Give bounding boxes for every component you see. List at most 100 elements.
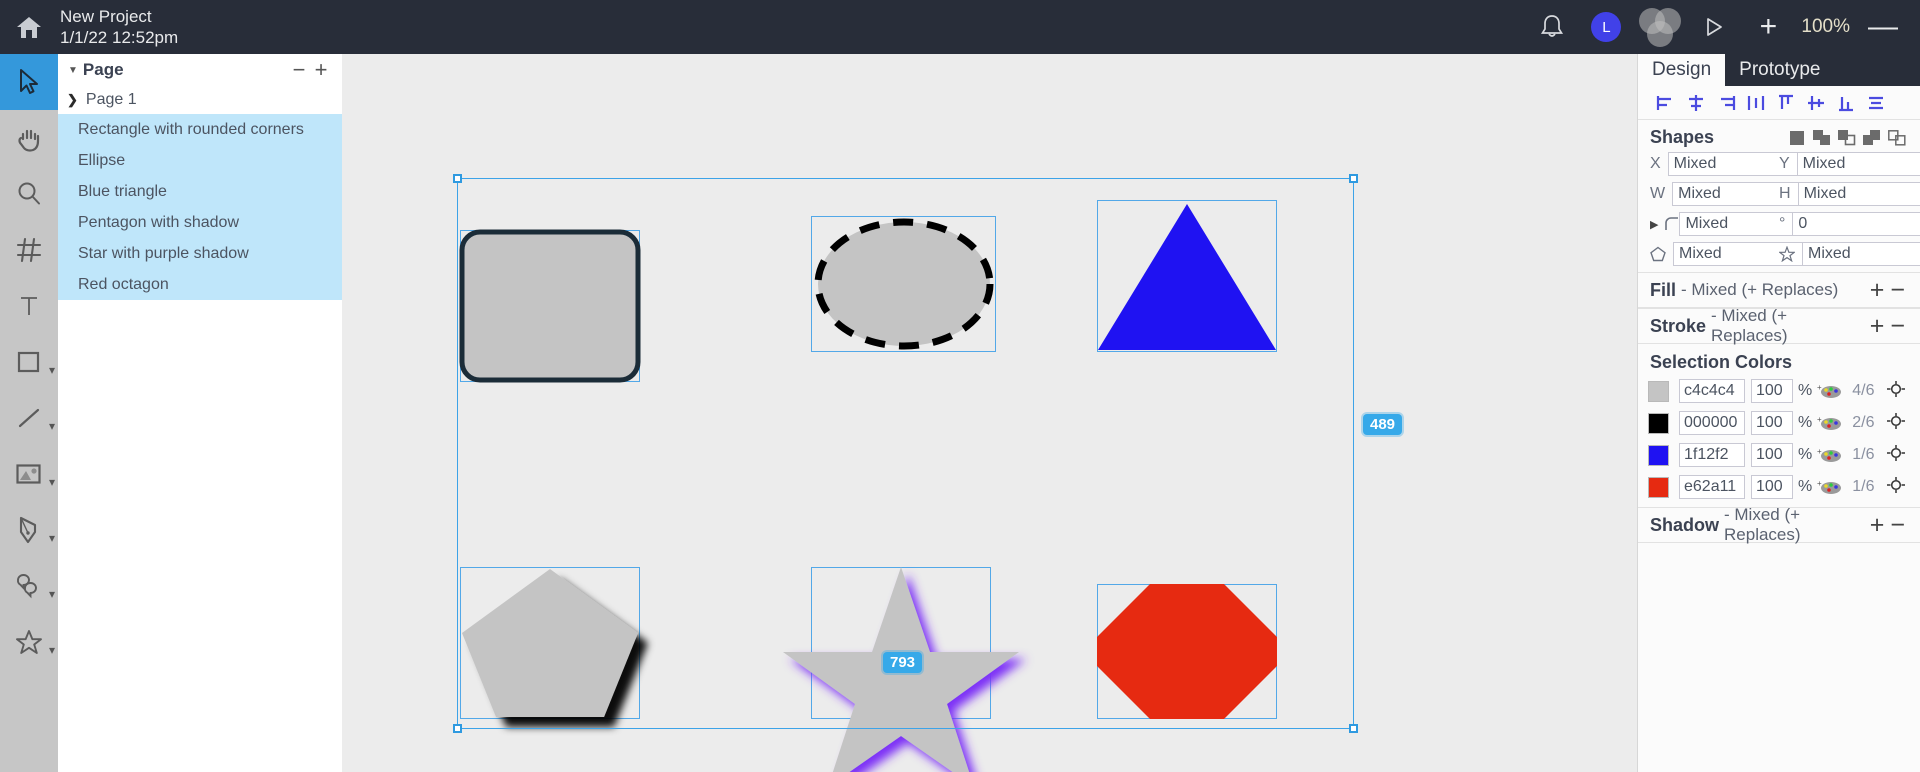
selection-colors-header: Selection Colors — [1638, 344, 1920, 377]
shadow-value: - Mixed (+ Replaces) — [1724, 505, 1801, 544]
add-shadow-button[interactable]: + — [1867, 513, 1888, 538]
distribute-horizontal-icon[interactable] — [1742, 90, 1770, 116]
hex-input[interactable] — [1679, 443, 1745, 467]
table-row[interactable]: % + 1/6 — [1638, 441, 1920, 469]
y-input[interactable] — [1796, 152, 1920, 176]
color-swatch[interactable] — [1648, 380, 1669, 402]
resize-handle-bottom-left[interactable] — [453, 724, 462, 733]
add-stroke-button[interactable]: + — [1867, 314, 1888, 339]
tab-prototype[interactable]: Prototype — [1725, 54, 1834, 86]
hex-input[interactable] — [1679, 475, 1745, 499]
tab-design[interactable]: Design — [1638, 54, 1726, 86]
zoom-tool[interactable] — [0, 166, 58, 222]
remove-shadow-button[interactable]: − — [1887, 513, 1908, 538]
svg-text:+: + — [1817, 447, 1822, 456]
rotation-label: ° — [1779, 215, 1786, 232]
list-item[interactable]: Blue triangle — [58, 176, 342, 207]
zoom-out-button[interactable]: — — [1856, 0, 1910, 54]
star-points-input[interactable] — [1802, 242, 1920, 266]
chevron-down-icon: ▾ — [48, 475, 55, 489]
project-title: New Project — [60, 7, 152, 26]
align-right-icon[interactable] — [1712, 90, 1740, 116]
distribute-vertical-icon[interactable] — [1862, 90, 1890, 116]
union-icon[interactable] — [1786, 128, 1808, 148]
line-tool[interactable]: ▾ — [0, 390, 58, 446]
table-row[interactable]: % + 4/6 — [1638, 377, 1920, 405]
expand-radius-arrow-icon[interactable]: ▶ — [1650, 218, 1665, 231]
palette-icon[interactable]: + — [1817, 414, 1843, 432]
align-middle-vertical-icon[interactable] — [1802, 90, 1830, 116]
preview-play-button[interactable] — [1687, 0, 1741, 54]
list-item[interactable]: Star with purple shadow — [58, 238, 342, 269]
table-row[interactable]: % + 1/6 — [1638, 473, 1920, 501]
rotation-input[interactable] — [1792, 212, 1920, 236]
percent-label: % — [1798, 446, 1813, 463]
shape-tool[interactable]: ▾ — [0, 614, 58, 670]
add-fill-button[interactable]: + — [1867, 278, 1888, 303]
canvas-area[interactable]: 489 793 — [342, 54, 1637, 772]
align-bottom-icon[interactable] — [1832, 90, 1860, 116]
list-item[interactable]: Red octagon — [58, 269, 342, 300]
palette-icon[interactable]: + — [1817, 382, 1843, 400]
triangle-right-icon[interactable]: ❯ — [67, 92, 78, 108]
intersect-icon[interactable] — [1836, 128, 1858, 148]
add-page-button[interactable]: + — [310, 59, 332, 81]
alignment-toolbar — [1638, 86, 1920, 120]
rectangle-tool[interactable]: ▾ — [0, 334, 58, 390]
remove-stroke-button[interactable]: − — [1887, 314, 1908, 339]
text-tool[interactable] — [0, 278, 58, 334]
h-input[interactable] — [1797, 182, 1920, 206]
select-by-color-icon[interactable] — [1886, 444, 1906, 467]
collaborators-button[interactable] — [1633, 0, 1687, 54]
layer-list: Rectangle with rounded corners Ellipse B… — [58, 114, 342, 300]
usage-ratio: 1/6 — [1852, 446, 1875, 463]
w-label: W — [1650, 185, 1666, 202]
user-avatar-button[interactable]: L — [1579, 0, 1633, 54]
select-by-color-icon[interactable] — [1886, 476, 1906, 499]
hex-input[interactable] — [1679, 379, 1745, 403]
list-item[interactable]: Pentagon with shadow — [58, 207, 342, 238]
image-tool[interactable]: ▾ — [0, 446, 58, 502]
subtract-icon[interactable] — [1811, 128, 1833, 148]
opacity-input[interactable] — [1751, 443, 1793, 467]
flatten-icon[interactable] — [1886, 128, 1908, 148]
select-tool[interactable] — [0, 54, 58, 110]
pen-tool[interactable]: ▾ — [0, 502, 58, 558]
selection-frame[interactable] — [453, 174, 1358, 733]
align-top-icon[interactable] — [1772, 90, 1800, 116]
remove-fill-button[interactable]: − — [1887, 278, 1908, 303]
list-item[interactable]: Ellipse — [58, 145, 342, 176]
list-item[interactable]: Rectangle with rounded corners — [58, 114, 342, 145]
exclude-icon[interactable] — [1861, 128, 1883, 148]
opacity-input[interactable] — [1751, 379, 1793, 403]
select-by-color-icon[interactable] — [1886, 412, 1906, 435]
notifications-button[interactable] — [1525, 0, 1579, 54]
palette-icon[interactable]: + — [1817, 478, 1843, 496]
hex-input[interactable] — [1679, 411, 1745, 435]
resize-handle-bottom-right[interactable] — [1349, 724, 1358, 733]
resize-handle-top-left[interactable] — [453, 174, 462, 183]
opacity-input[interactable] — [1751, 475, 1793, 499]
select-by-color-icon[interactable] — [1886, 380, 1906, 403]
home-button[interactable] — [0, 0, 58, 54]
x-label: X — [1650, 155, 1661, 172]
hand-tool[interactable] — [0, 110, 58, 166]
height-badge: 489 — [1363, 414, 1403, 435]
color-swatch[interactable] — [1648, 444, 1669, 466]
color-swatch[interactable] — [1648, 476, 1669, 498]
remove-page-button[interactable]: − — [288, 59, 310, 81]
align-left-icon[interactable] — [1652, 90, 1680, 116]
align-center-horizontal-icon[interactable] — [1682, 90, 1710, 116]
page-row[interactable]: ❯ Page 1 — [58, 86, 342, 114]
svg-text:+: + — [1817, 383, 1822, 392]
zoom-in-button[interactable]: + — [1741, 0, 1795, 54]
table-row[interactable]: % + 2/6 — [1638, 409, 1920, 437]
palette-icon[interactable]: + — [1817, 446, 1843, 464]
image-icon — [16, 464, 41, 484]
grid-tool[interactable] — [0, 222, 58, 278]
opacity-input[interactable] — [1751, 411, 1793, 435]
triangle-down-icon[interactable]: ▼ — [68, 65, 78, 76]
comment-tool[interactable]: ▾ — [0, 558, 58, 614]
resize-handle-top-right[interactable] — [1349, 174, 1358, 183]
color-swatch[interactable] — [1648, 412, 1669, 434]
